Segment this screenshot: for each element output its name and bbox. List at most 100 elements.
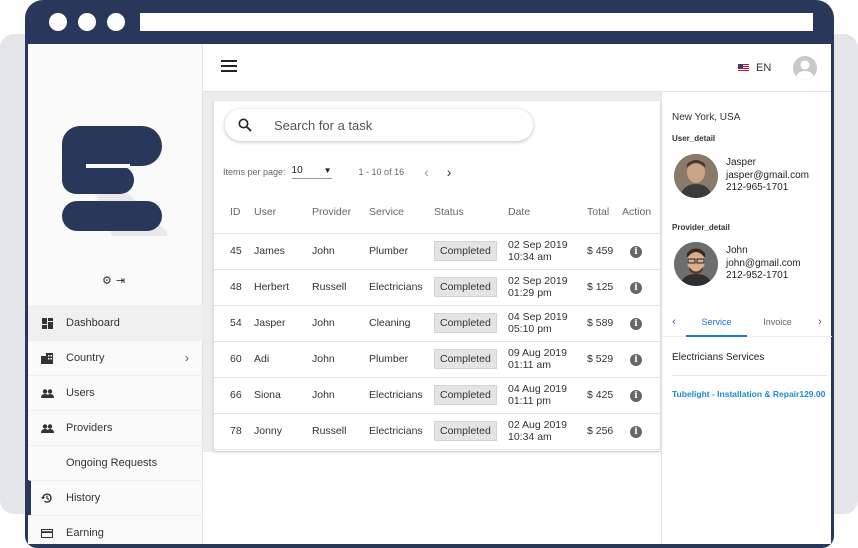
cell-provider: John <box>312 341 369 378</box>
cell-id: 78 <box>214 413 254 450</box>
language-selector[interactable]: EN <box>738 62 771 74</box>
cell-status: Completed <box>434 377 508 414</box>
table-header-row: ID User Provider Service Status Date Tot… <box>214 191 660 234</box>
tabs-scroll-right-icon[interactable]: › <box>808 316 832 328</box>
table-row[interactable]: 45 James John Plumber Completed 02 Sep 2019 10… <box>214 233 660 270</box>
previous-page-button[interactable]: ‹ <box>424 164 429 180</box>
people-icon <box>40 386 54 400</box>
tasks-table: ID User Provider Service Status Date Tot… <box>214 191 660 450</box>
us-flag-icon <box>738 64 749 72</box>
column-header-provider[interactable]: Provider <box>312 191 369 234</box>
next-page-button[interactable]: › <box>447 164 452 180</box>
cell-total: $ 125 <box>587 269 622 306</box>
sidebar-item-users[interactable]: Users <box>28 375 203 410</box>
column-header-date[interactable]: Date <box>508 191 587 234</box>
cell-status: Completed <box>434 269 508 306</box>
cell-action: i <box>622 413 660 450</box>
service-line-item[interactable]: Tubelight - Installation & Repair129.00 <box>672 389 825 399</box>
cell-service: Plumber <box>369 341 434 378</box>
settings-icon[interactable]: ⚙ <box>102 274 112 287</box>
user-info: Jasper jasper@gmail.com 212-965-1701 <box>726 157 809 195</box>
info-icon[interactable]: i <box>630 389 642 402</box>
sidebar-item-history[interactable]: History <box>28 480 203 515</box>
table-row[interactable]: 66 Siona John Electricians Completed 04 Aug 2… <box>214 377 660 414</box>
cell-status: Completed <box>434 305 508 342</box>
cell-user: Jonny <box>254 413 312 450</box>
sidebar-tools: ⚙ ⇥ <box>102 274 125 287</box>
sidebar-item-ongoing-requests[interactable]: Ongoing Requests <box>28 445 203 480</box>
window-dot[interactable] <box>49 13 67 31</box>
cell-action: i <box>622 377 660 414</box>
window-dot[interactable] <box>107 13 125 31</box>
avatar[interactable] <box>793 56 817 80</box>
cell-id: 66 <box>214 377 254 414</box>
cell-provider: John <box>312 305 369 342</box>
cell-status: Completed <box>434 413 508 450</box>
sidebar-item-country[interactable]: Country › <box>28 340 203 375</box>
info-icon[interactable]: i <box>630 245 642 258</box>
table-row[interactable]: 78 Jonny Russell Electricians Completed 02 Au… <box>214 413 660 450</box>
sidebar-nav: Dashboard Country › Users Providers Ongo… <box>28 305 203 544</box>
cell-action: i <box>622 341 660 378</box>
column-header-total[interactable]: Total <box>587 191 622 234</box>
time-text: 10:34 am <box>508 251 552 263</box>
pagination-bar: Items per page: 10 ▼ 1 - 10 of 16 ‹ › <box>223 162 451 182</box>
cell-action: i <box>622 233 660 270</box>
search-icon <box>238 118 252 132</box>
cell-action: i <box>622 305 660 342</box>
items-per-page-select[interactable]: 10 ▼ <box>291 165 332 179</box>
table-row[interactable]: 60 Adi John Plumber Completed 09 Aug 2019 01:1… <box>214 341 660 378</box>
address-bar[interactable] <box>140 13 813 31</box>
info-icon[interactable]: i <box>630 281 642 294</box>
search-input[interactable] <box>274 117 514 133</box>
table-row[interactable]: 54 Jasper John Cleaning Completed 04 Sep 2019… <box>214 305 660 342</box>
sidebar-item-dashboard[interactable]: Dashboard <box>28 305 203 340</box>
column-header-id[interactable]: ID <box>214 191 254 234</box>
user-detail-card: Jasper jasper@gmail.com 212-965-1701 <box>674 154 809 198</box>
table-row[interactable]: 48 Herbert Russell Electricians Completed 02 … <box>214 269 660 306</box>
sidebar-item-providers[interactable]: Providers <box>28 410 203 445</box>
window-dot[interactable] <box>78 13 96 31</box>
cell-user: Adi <box>254 341 312 378</box>
status-badge: Completed <box>434 241 497 261</box>
user-name: Jasper <box>726 157 757 169</box>
date-text: 04 Aug 2019 <box>508 383 567 395</box>
divider <box>672 375 827 376</box>
time-text: 01:29 pm <box>508 287 552 299</box>
sidebar-item-label: Providers <box>66 422 113 434</box>
hamburger-menu-icon[interactable] <box>221 60 237 74</box>
sidebar-item-label: Country <box>66 352 105 364</box>
cell-user: Siona <box>254 377 312 414</box>
cell-service: Electricians <box>369 377 434 414</box>
column-header-status[interactable]: Status <box>434 191 508 234</box>
sidebar-item-earning[interactable]: Earning <box>28 515 203 544</box>
info-icon[interactable]: i <box>630 317 642 330</box>
cell-total: $ 256 <box>587 413 622 450</box>
column-header-service[interactable]: Service <box>369 191 434 234</box>
cell-date: 02 Sep 2019 01:29 pm <box>508 269 587 306</box>
sidebar-item-label: History <box>66 492 101 504</box>
window-controls <box>49 13 125 31</box>
cell-status: Completed <box>434 233 508 270</box>
cell-status: Completed <box>434 341 508 378</box>
search-box[interactable] <box>225 109 533 141</box>
building-icon <box>40 351 54 365</box>
cell-total: $ 425 <box>587 377 622 414</box>
date-text: 02 Aug 2019 <box>508 419 567 431</box>
cell-total: $ 459 <box>587 233 622 270</box>
logout-icon[interactable]: ⇥ <box>116 274 125 287</box>
tabs-scroll-left-icon[interactable]: ‹ <box>662 316 686 328</box>
cell-service: Electricians <box>369 269 434 306</box>
people-icon <box>40 421 54 435</box>
detail-tabs: ‹ Service Invoice › <box>662 307 832 337</box>
tab-service[interactable]: Service <box>686 307 747 337</box>
column-header-user[interactable]: User <box>254 191 312 234</box>
time-text: 05:10 pm <box>508 323 552 335</box>
status-badge: Completed <box>434 277 497 297</box>
info-icon[interactable]: i <box>630 425 642 438</box>
per-page-value: 10 <box>291 165 303 176</box>
tab-invoice[interactable]: Invoice <box>747 307 808 337</box>
dropdown-arrow-icon: ▼ <box>323 166 332 175</box>
info-icon[interactable]: i <box>630 353 642 366</box>
status-badge: Completed <box>434 385 497 405</box>
